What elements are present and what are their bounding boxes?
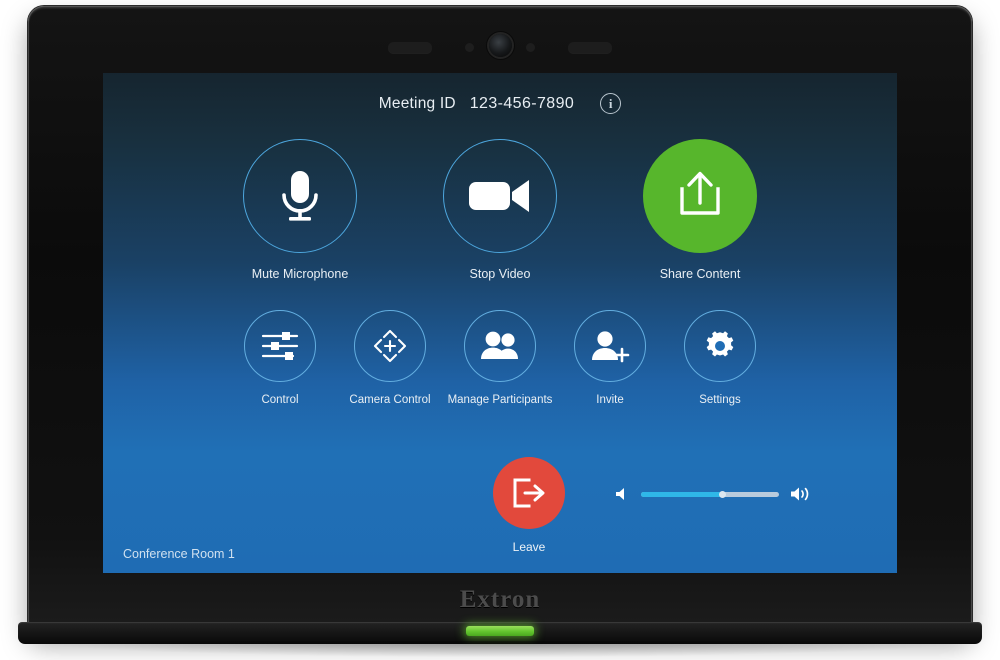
share-content-circle: [643, 139, 757, 253]
manage-participants-button[interactable]: Manage Participants: [448, 310, 552, 406]
microphone-icon: [272, 165, 328, 227]
speaker-low-icon[interactable]: [613, 485, 631, 503]
status-led-indicator: [466, 626, 534, 636]
control-button[interactable]: Control: [243, 310, 317, 406]
control-label: Control: [261, 394, 299, 406]
top-bezel: [28, 6, 972, 74]
gear-icon: [702, 328, 738, 364]
volume-slider-fill: [641, 490, 726, 498]
room-name-label: Conference Room 1: [123, 547, 235, 561]
volume-slider-track[interactable]: [641, 490, 779, 498]
mute-microphone-circle: [243, 139, 357, 253]
settings-button[interactable]: Settings: [683, 310, 757, 406]
stop-video-circle: [443, 139, 557, 253]
exit-arrow-icon: [509, 475, 549, 511]
mute-microphone-label: Mute Microphone: [251, 267, 349, 281]
camera-control-button[interactable]: Camera Control: [349, 310, 431, 406]
stop-video-button[interactable]: Stop Video: [422, 139, 578, 281]
invite-circle: [574, 310, 646, 382]
manage-participants-label: Manage Participants: [447, 394, 553, 406]
brand-logo: Extron: [459, 586, 541, 613]
control-circle: [244, 310, 316, 382]
leave-circle: [493, 457, 565, 529]
share-content-button[interactable]: Share Content: [622, 139, 778, 281]
speaker-slot-left-icon: [388, 42, 432, 53]
settings-circle: [684, 310, 756, 382]
invite-label: Invite: [596, 394, 624, 406]
camera-control-label: Camera Control: [349, 394, 431, 406]
invite-button[interactable]: Invite: [573, 310, 647, 406]
meeting-id-label: Meeting ID: [378, 94, 456, 112]
sliders-icon: [260, 329, 300, 363]
leave-label: Leave: [512, 540, 546, 554]
stop-video-label: Stop Video: [469, 267, 531, 281]
sensor-left-icon: [465, 43, 474, 52]
meeting-header: Meeting ID 123-456-7890 i: [103, 93, 897, 114]
touch-panel-device: Meeting ID 123-456-7890 i Mute Microphon…: [28, 6, 972, 631]
video-camera-icon: [467, 174, 533, 218]
secondary-action-row: Control Camera Control Manage Participan…: [103, 310, 897, 406]
info-icon[interactable]: i: [600, 93, 622, 114]
speaker-high-icon[interactable]: [789, 484, 813, 504]
primary-action-row: Mute Microphone Stop Video Share Content: [103, 139, 897, 281]
sensor-right-icon: [526, 43, 535, 52]
mute-microphone-button[interactable]: Mute Microphone: [222, 139, 378, 281]
settings-label: Settings: [699, 394, 741, 406]
volume-slider-thumb[interactable]: [718, 490, 726, 498]
dpad-arrows-icon: [368, 324, 412, 368]
two-people-icon: [478, 329, 522, 363]
speaker-slot-right-icon: [568, 42, 612, 53]
touch-screen: Meeting ID 123-456-7890 i Mute Microphon…: [103, 73, 897, 573]
leave-meeting-button[interactable]: Leave: [489, 457, 569, 554]
person-add-icon: [589, 328, 631, 364]
camera-lens-icon: [489, 34, 512, 57]
volume-control[interactable]: [613, 481, 813, 507]
share-upload-icon: [671, 167, 729, 225]
manage-participants-circle: [464, 310, 536, 382]
camera-control-circle: [354, 310, 426, 382]
device-shadow: [40, 641, 960, 657]
meeting-id-value: 123-456-7890: [469, 94, 575, 112]
share-content-label: Share Content: [659, 267, 741, 281]
